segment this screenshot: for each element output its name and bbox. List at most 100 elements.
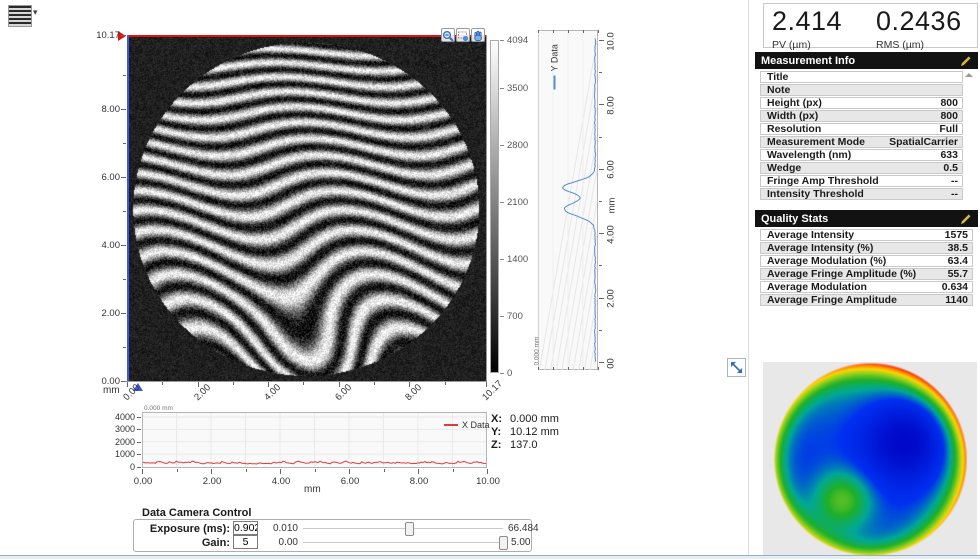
table-row[interactable]: Title — [760, 71, 963, 83]
colorbar-tick-label: 0 — [507, 368, 512, 379]
crosshair-vertical-line[interactable] — [127, 35, 129, 381]
thumbnail-dropdown-caret[interactable]: ▾ — [33, 7, 38, 18]
y-axis-minor-tick — [123, 347, 126, 348]
y-profile-value-tick — [598, 367, 599, 370]
y-profile-tick-label: 10.0 — [606, 28, 617, 54]
x-profile-legend-label: X Data — [462, 420, 490, 430]
table-row[interactable]: Width (px)800 — [760, 110, 963, 122]
table-row[interactable]: Average Intensity (%) 38.5 — [760, 242, 973, 254]
x-profile-tick-label: 10.00 — [475, 476, 501, 487]
x-profile-tick — [349, 469, 350, 474]
phase-map-image[interactable] — [763, 362, 977, 557]
x-axis-tick-label: 8.00 — [404, 382, 425, 403]
y-profile-value-tick — [568, 30, 569, 33]
expand-phase-map-button[interactable] — [727, 358, 746, 377]
row-value: Full — [939, 124, 958, 134]
table-row[interactable]: ResolutionFull — [760, 123, 963, 135]
y-axis-tick — [121, 381, 126, 382]
x-axis-minor-tick — [233, 382, 234, 385]
exposure-slider-track[interactable] — [303, 528, 503, 529]
table-row[interactable]: Wavelength (nm)633 — [760, 149, 963, 161]
colorbar-tick — [500, 316, 504, 317]
table-row[interactable]: Average Fringe Amplitude (%)55.7 — [760, 268, 973, 280]
live-view-thumbnail[interactable] — [8, 5, 32, 27]
colorbar-tick-label: 4094 — [507, 35, 528, 46]
y-axis-minor-tick — [123, 75, 126, 76]
table-row[interactable]: Average Modulation0.634 — [760, 281, 973, 293]
x-profile-minor-tick — [384, 469, 385, 472]
colorbar-tick — [500, 40, 504, 41]
measurement-info-header[interactable]: Measurement Info — [755, 52, 978, 69]
y-profile-tick — [599, 40, 604, 41]
y-profile-tick-label: 4.00 — [606, 221, 617, 247]
scroll-up-arrow-icon[interactable] — [965, 73, 973, 77]
main-plot-right-axis-line — [486, 35, 487, 382]
row-label: Measurement Mode — [767, 137, 865, 147]
zoom-out-button[interactable] — [441, 28, 455, 42]
readout-row: Y:10.12 mm — [491, 426, 559, 438]
y-profile-tick — [599, 233, 604, 234]
gain-slider-thumb[interactable] — [499, 536, 508, 550]
x-profile-tick — [211, 469, 212, 474]
row-label: Average Fringe Amplitude — [767, 295, 897, 305]
readout-label: X: — [491, 413, 505, 425]
pv-label: PV (µm) — [772, 39, 842, 51]
cursor-readout: X:0.000 mmY:10.12 mmZ:137.0 — [491, 413, 559, 452]
y-axis-tick — [121, 109, 126, 110]
row-label: Average Fringe Amplitude (%) — [767, 269, 916, 279]
magnifier-minus-icon — [442, 30, 454, 42]
x-axis-tick — [339, 382, 340, 387]
pan-button[interactable] — [471, 28, 485, 42]
y-profile-legend: Y Data — [548, 30, 561, 90]
row-value: 0.5 — [943, 163, 958, 173]
zoom-region-button[interactable] — [456, 28, 470, 42]
y-axis-minor-tick — [123, 143, 126, 144]
gain-input[interactable] — [233, 535, 258, 549]
table-row[interactable]: Fringe Amp Threshold-- — [760, 175, 963, 187]
exposure-slider-thumb[interactable] — [405, 522, 414, 536]
x-profile-curve — [142, 412, 487, 468]
x-profile-unit-label: mm — [304, 484, 321, 495]
row-value: 1575 — [945, 230, 968, 240]
panel-splitter[interactable] — [748, 0, 749, 556]
exposure-input[interactable] — [233, 521, 258, 535]
row-label: Average Intensity (%) — [767, 243, 873, 253]
main-plot-bottom-axis-line — [126, 381, 487, 382]
rms-metric: 0.2436 RMS (µm) — [876, 6, 962, 51]
colorbar-tick-label: 3500 — [507, 83, 528, 94]
x-profile-minor-tick — [453, 469, 454, 472]
interferogram-image[interactable] — [127, 35, 486, 381]
table-row[interactable]: Average Modulation (%)63.4 — [760, 255, 973, 267]
y-profile-tick — [599, 298, 604, 299]
x-axis-tick-label: 4.00 — [262, 382, 283, 403]
gain-min-label: 0.00 — [262, 537, 298, 548]
row-label: Fringe Amp Threshold — [767, 176, 879, 186]
camera-control-title: Data Camera Control — [139, 507, 254, 519]
row-value: 1140 — [945, 295, 968, 305]
table-row[interactable]: Height (px)800 — [760, 97, 963, 109]
x-profile-minor-tick — [246, 469, 247, 472]
y-profile-minor-tick — [599, 72, 602, 73]
edit-pencil-icon[interactable] — [960, 55, 972, 67]
row-label: Wedge — [767, 163, 801, 173]
y-axis-tick-label: 4.00 — [93, 240, 120, 251]
row-value: SpatialCarrier — [889, 137, 958, 147]
gain-slider-track[interactable] — [303, 542, 503, 543]
table-row[interactable]: Measurement Mode SpatialCarrier — [760, 136, 963, 148]
table-row[interactable]: Note — [760, 84, 963, 96]
rms-value: 0.2436 — [876, 6, 962, 37]
table-row[interactable]: Average Fringe Amplitude 1140 — [760, 294, 973, 306]
x-axis-tick — [268, 382, 269, 387]
y-profile-unit-label: mm — [607, 195, 618, 217]
table-row[interactable]: Average Intensity1575 — [760, 229, 973, 241]
quality-stats-header[interactable]: Quality Stats — [755, 210, 978, 227]
row-label: Height (px) — [767, 98, 822, 108]
crosshair-horizontal-line[interactable] — [127, 35, 486, 37]
table-row[interactable]: Intensity Threshold-- — [760, 188, 963, 200]
row-label: Wavelength (nm) — [767, 150, 851, 160]
x-axis-minor-tick — [162, 382, 163, 385]
table-row[interactable]: Wedge 0.5 — [760, 162, 963, 174]
edit-pencil-icon[interactable] — [960, 213, 972, 225]
y-profile-value-tick — [583, 367, 584, 370]
row-value: 38.5 — [948, 243, 968, 253]
